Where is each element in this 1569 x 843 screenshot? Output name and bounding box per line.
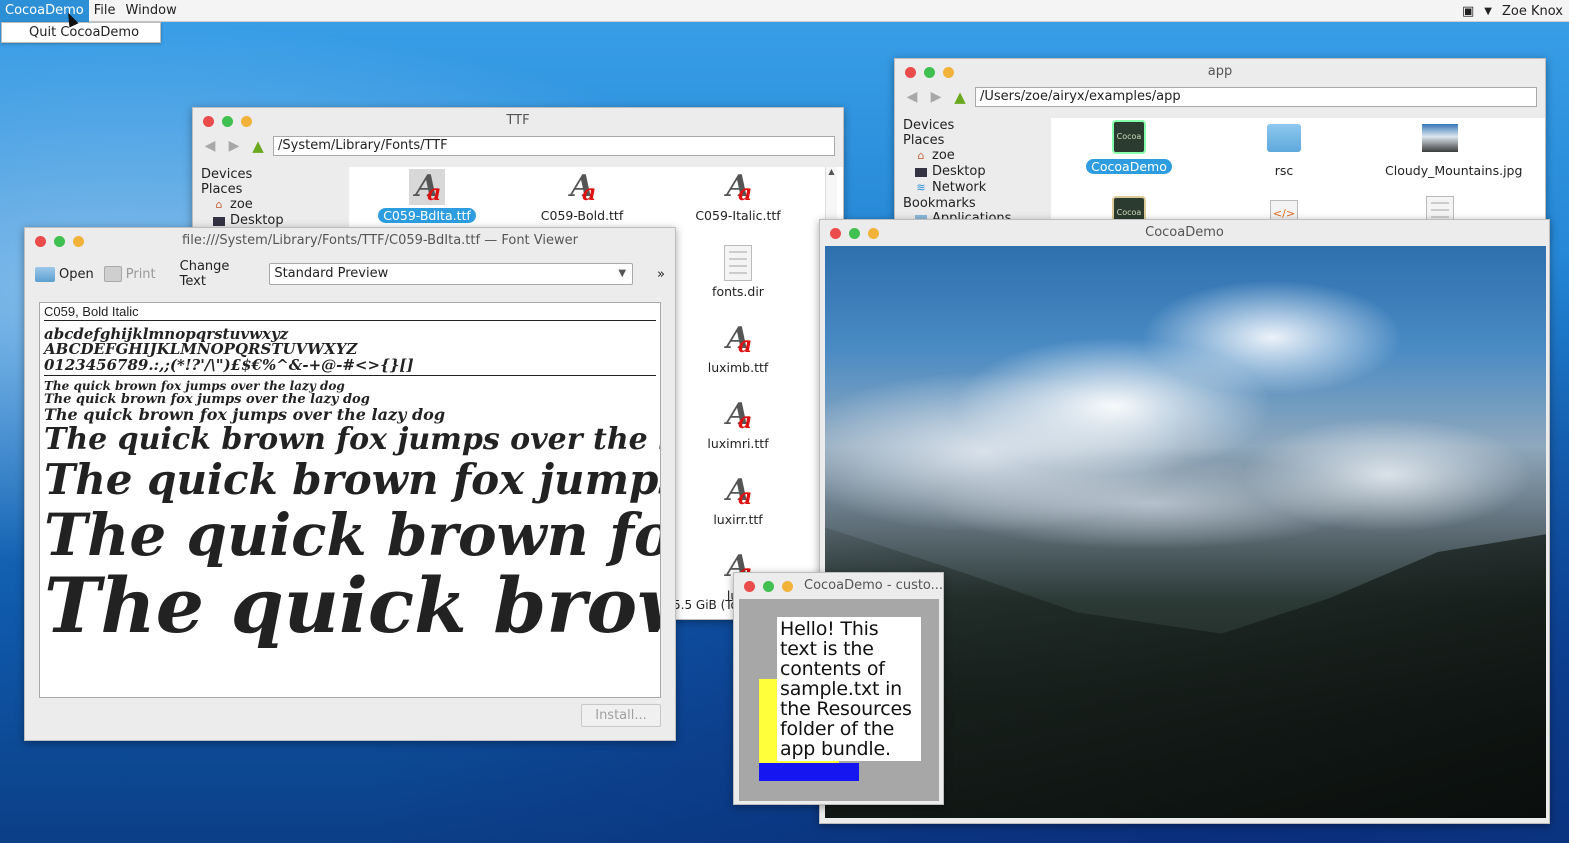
pangram-sample: The quick brown fox jumps over the lazy … (44, 561, 660, 650)
forward-arrow-icon[interactable]: ▶ (225, 137, 243, 155)
file-item[interactable]: fonts.dir (678, 245, 798, 299)
forward-arrow-icon[interactable]: ▶ (927, 88, 945, 106)
home-icon: ⌂ (215, 198, 223, 211)
font-viewer-window: file:///System/Library/Fonts/TTF/C059-Bd… (24, 227, 676, 741)
font-file-icon: Aa (726, 321, 753, 358)
sample-text: Hello! This text is the contents of samp… (777, 617, 921, 761)
up-arrow-icon[interactable]: ▲ (249, 137, 267, 155)
change-text-label: Change Text (179, 259, 230, 289)
sidebar-places[interactable]: Places (193, 182, 349, 197)
font-file-icon: Aa (570, 169, 597, 206)
scroll-up-arrow-icon[interactable]: ▲ (826, 167, 837, 176)
file-item[interactable]: Aa C059-BdIta.ttf (367, 169, 487, 223)
status-bar: 5.5 GiB (To (673, 598, 738, 612)
file-item[interactable]: Cocoa CocoaDemo (1069, 120, 1189, 174)
pangram-sample: The quick brown fox jumps over the lazy … (44, 501, 660, 569)
titlebar: TTF (193, 108, 843, 134)
window-title: CocoaDemo (1145, 225, 1224, 240)
font-file-icon: Aa (726, 397, 753, 434)
pangram-sample: The quick brown fox jumps over the lazy … (44, 455, 660, 504)
window-title: CocoaDemo - custo... (804, 578, 943, 593)
chevron-down-icon: ▼ (618, 268, 627, 279)
menubar-status-area: ▣ ▼ Zoe Knox (1462, 0, 1563, 22)
toolbar: Open Print Change Text Standard Preview … (25, 254, 675, 294)
sidebar-places[interactable]: Places (895, 133, 1051, 148)
desktop-icon (213, 216, 225, 226)
font-file-icon: Aa (409, 169, 445, 206)
pangram-sample: The quick brown fox jumps over the lazy … (44, 422, 660, 457)
digits-sample: 0123456789.:,;(*!?'/\")£$€%^&-+@-#<>{}[] (44, 357, 656, 376)
folder-icon (1267, 124, 1301, 152)
wifi-icon: ≋ (916, 181, 926, 194)
sidebar-item-network[interactable]: ≋ Network (895, 180, 1051, 196)
document-icon (724, 245, 752, 281)
window-title: app (1207, 64, 1233, 79)
app-bundle-icon: Cocoa (1112, 120, 1146, 154)
user-name[interactable]: Zoe Knox (1502, 4, 1563, 19)
path-field[interactable]: /System/Library/Fonts/TTF (273, 136, 835, 156)
file-item[interactable]: Aa luxirr.ttf (678, 473, 798, 527)
file-item[interactable]: rsc (1224, 120, 1344, 178)
menu-file[interactable]: File (89, 0, 121, 22)
back-arrow-icon[interactable]: ◀ (201, 137, 219, 155)
file-item[interactable]: Aa luximri.ttf (678, 397, 798, 451)
address-bar: ◀ ▶ ▲ /Users/zoe/airyx/examples/app (895, 85, 1545, 109)
address-bar: ◀ ▶ ▲ /System/Library/Fonts/TTF (193, 134, 843, 158)
app-menu-dropdown: Quit CocoaDemo (1, 22, 161, 43)
font-preview: C059, Bold Italic abcdefghijklmnopqrstuv… (39, 302, 661, 698)
clipboard-icon[interactable]: ▣ (1462, 4, 1474, 19)
sidebar-bookmarks[interactable]: Bookmarks (895, 196, 1051, 211)
window-title: file:///System/Library/Fonts/TTF/C059-Bd… (182, 233, 578, 248)
printer-icon (103, 266, 122, 282)
preview-mode-select[interactable]: Standard Preview ▼ (269, 263, 634, 285)
toolbar-overflow-button[interactable]: » (657, 267, 665, 282)
font-file-icon: Aa (726, 169, 753, 206)
window-title: TTF (506, 113, 530, 128)
sidebar-devices[interactable]: Devices (193, 167, 349, 182)
custom-view: Hello! This text is the contents of samp… (739, 599, 939, 801)
home-icon: ⌂ (917, 149, 925, 162)
pangram-sample: The quick brown fox jumps over the lazy … (44, 405, 445, 424)
chevron-down-icon[interactable]: ▼ (1484, 6, 1492, 17)
titlebar: app (895, 59, 1545, 85)
sidebar-devices[interactable]: Devices (895, 118, 1051, 133)
image-thumbnail-icon (1422, 124, 1458, 152)
font-file-icon: Aa (726, 473, 753, 510)
sidebar-item-zoe[interactable]: ⌂ zoe (193, 197, 349, 213)
sidebar-item-desktop[interactable]: Desktop (895, 164, 1051, 180)
install-button[interactable]: Install... (581, 704, 661, 727)
custom-view-window: CocoaDemo - custo... Hello! This text is… (733, 572, 944, 805)
folder-open-icon (35, 266, 55, 282)
print-button[interactable]: Print (103, 266, 156, 282)
blue-rectangle (759, 763, 859, 781)
up-arrow-icon[interactable]: ▲ (951, 88, 969, 106)
menubar: CocoaDemo File Window ▣ ▼ Zoe Knox (0, 0, 1569, 22)
file-item[interactable]: Aa C059-Italic.ttf (678, 169, 798, 223)
titlebar: file:///System/Library/Fonts/TTF/C059-Bd… (25, 228, 675, 254)
desktop-icon (915, 167, 927, 177)
quit-menu-item[interactable]: Quit CocoaDemo (2, 23, 160, 42)
titlebar: CocoaDemo (820, 220, 1549, 246)
uppercase-sample: ABCDEFGHIJKLMNOPQRSTUVWXYZ (44, 340, 358, 358)
file-item[interactable]: Aa C059-Bold.ttf (522, 169, 642, 223)
sidebar: Devices Places ⌂ zoe Desktop (193, 167, 349, 228)
file-item[interactable]: Cloudy_Mountains.jpg (1380, 120, 1522, 178)
path-field[interactable]: /Users/zoe/airyx/examples/app (975, 87, 1537, 107)
back-arrow-icon[interactable]: ◀ (903, 88, 921, 106)
file-item[interactable]: Aa luximb.ttf (678, 321, 798, 375)
sidebar-item-zoe[interactable]: ⌂ zoe (895, 148, 1051, 164)
app-window: app ◀ ▶ ▲ /Users/zoe/airyx/examples/app … (894, 58, 1546, 238)
titlebar: CocoaDemo - custo... (734, 573, 943, 599)
open-button[interactable]: Open (35, 266, 94, 282)
font-name: C059, Bold Italic (44, 304, 656, 321)
menu-window[interactable]: Window (121, 0, 182, 22)
